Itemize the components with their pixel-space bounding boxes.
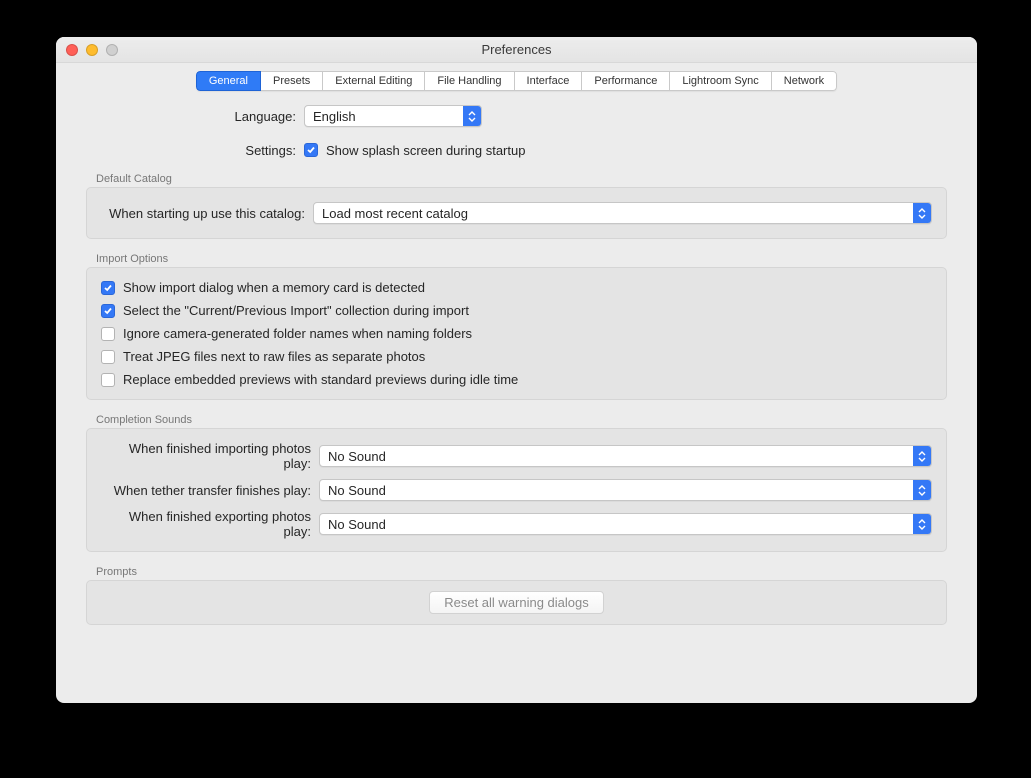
import-options-group: Show import dialog when a memory card is… (86, 267, 947, 400)
import-option-label: Treat JPEG files next to raw files as se… (123, 349, 425, 364)
import-option-label: Ignore camera-generated folder names whe… (123, 326, 472, 341)
completion-sound-select[interactable]: No Sound (319, 445, 932, 467)
completion-sounds-section-label: Completion Sounds (96, 414, 947, 426)
language-label: Language: (86, 109, 304, 124)
tab-file-handling[interactable]: File Handling (425, 71, 514, 91)
import-option-row: Ignore camera-generated folder names whe… (101, 326, 932, 341)
general-panel: Language: English Settings: Show splash … (56, 97, 977, 625)
startup-catalog-value: Load most recent catalog (322, 206, 468, 221)
dropdown-arrows-icon (913, 480, 931, 500)
completion-sound-label: When finished exporting photos play: (101, 509, 319, 539)
dropdown-arrows-icon (913, 514, 931, 534)
minimize-icon[interactable] (86, 44, 98, 56)
completion-sound-select[interactable]: No Sound (319, 513, 932, 535)
splash-label: Show splash screen during startup (326, 143, 525, 158)
import-option-checkbox[interactable] (101, 373, 115, 387)
tab-presets[interactable]: Presets (261, 71, 323, 91)
completion-sound-row: When finished exporting photos play: No S… (101, 509, 932, 539)
tab-performance[interactable]: Performance (582, 71, 670, 91)
import-option-row: Treat JPEG files next to raw files as se… (101, 349, 932, 364)
language-select[interactable]: English (304, 105, 482, 127)
zoom-icon (106, 44, 118, 56)
settings-label: Settings: (86, 143, 304, 158)
import-option-label: Select the "Current/Previous Import" col… (123, 303, 469, 318)
completion-sound-value: No Sound (328, 449, 386, 464)
import-option-label: Show import dialog when a memory card is… (123, 280, 425, 295)
completion-sound-select[interactable]: No Sound (319, 479, 932, 501)
default-catalog-section-label: Default Catalog (96, 173, 947, 185)
tab-general[interactable]: General (196, 71, 261, 91)
startup-catalog-select[interactable]: Load most recent catalog (313, 202, 932, 224)
tab-interface[interactable]: Interface (515, 71, 583, 91)
close-icon[interactable] (66, 44, 78, 56)
completion-sound-row: When tether transfer finishes play: No So… (101, 477, 932, 503)
import-option-row: Select the "Current/Previous Import" col… (101, 303, 932, 318)
titlebar: Preferences (56, 37, 977, 63)
tab-lightroom-sync[interactable]: Lightroom Sync (670, 71, 771, 91)
completion-sound-value: No Sound (328, 483, 386, 498)
completion-sound-row: When finished importing photos play: No S… (101, 441, 932, 471)
completion-sounds-group: When finished importing photos play: No S… (86, 428, 947, 552)
import-option-checkbox[interactable] (101, 350, 115, 364)
tab-external-editing[interactable]: External Editing (323, 71, 425, 91)
completion-sound-label: When tether transfer finishes play: (101, 483, 319, 498)
completion-sound-value: No Sound (328, 517, 386, 532)
window-controls (66, 44, 118, 56)
language-value: English (313, 109, 356, 124)
default-catalog-group: When starting up use this catalog: Load … (86, 187, 947, 239)
import-option-checkbox[interactable] (101, 327, 115, 341)
splash-checkbox[interactable] (304, 143, 318, 157)
startup-catalog-label: When starting up use this catalog: (101, 206, 313, 221)
completion-sound-label: When finished importing photos play: (101, 441, 319, 471)
dropdown-arrows-icon (463, 106, 481, 126)
import-option-checkbox[interactable] (101, 304, 115, 318)
prompts-section-label: Prompts (96, 566, 947, 578)
dropdown-arrows-icon (913, 446, 931, 466)
prompts-group: Reset all warning dialogs (86, 580, 947, 625)
import-option-label: Replace embedded previews with standard … (123, 372, 518, 387)
tab-bar: GeneralPresetsExternal EditingFile Handl… (56, 63, 977, 97)
import-option-row: Replace embedded previews with standard … (101, 372, 932, 387)
preferences-window: Preferences GeneralPresetsExternal Editi… (56, 37, 977, 703)
tab-network[interactable]: Network (772, 71, 837, 91)
dropdown-arrows-icon (913, 203, 931, 223)
import-option-checkbox[interactable] (101, 281, 115, 295)
import-option-row: Show import dialog when a memory card is… (101, 280, 932, 295)
reset-warnings-button[interactable]: Reset all warning dialogs (429, 591, 604, 614)
import-options-section-label: Import Options (96, 253, 947, 265)
window-title: Preferences (481, 42, 551, 57)
